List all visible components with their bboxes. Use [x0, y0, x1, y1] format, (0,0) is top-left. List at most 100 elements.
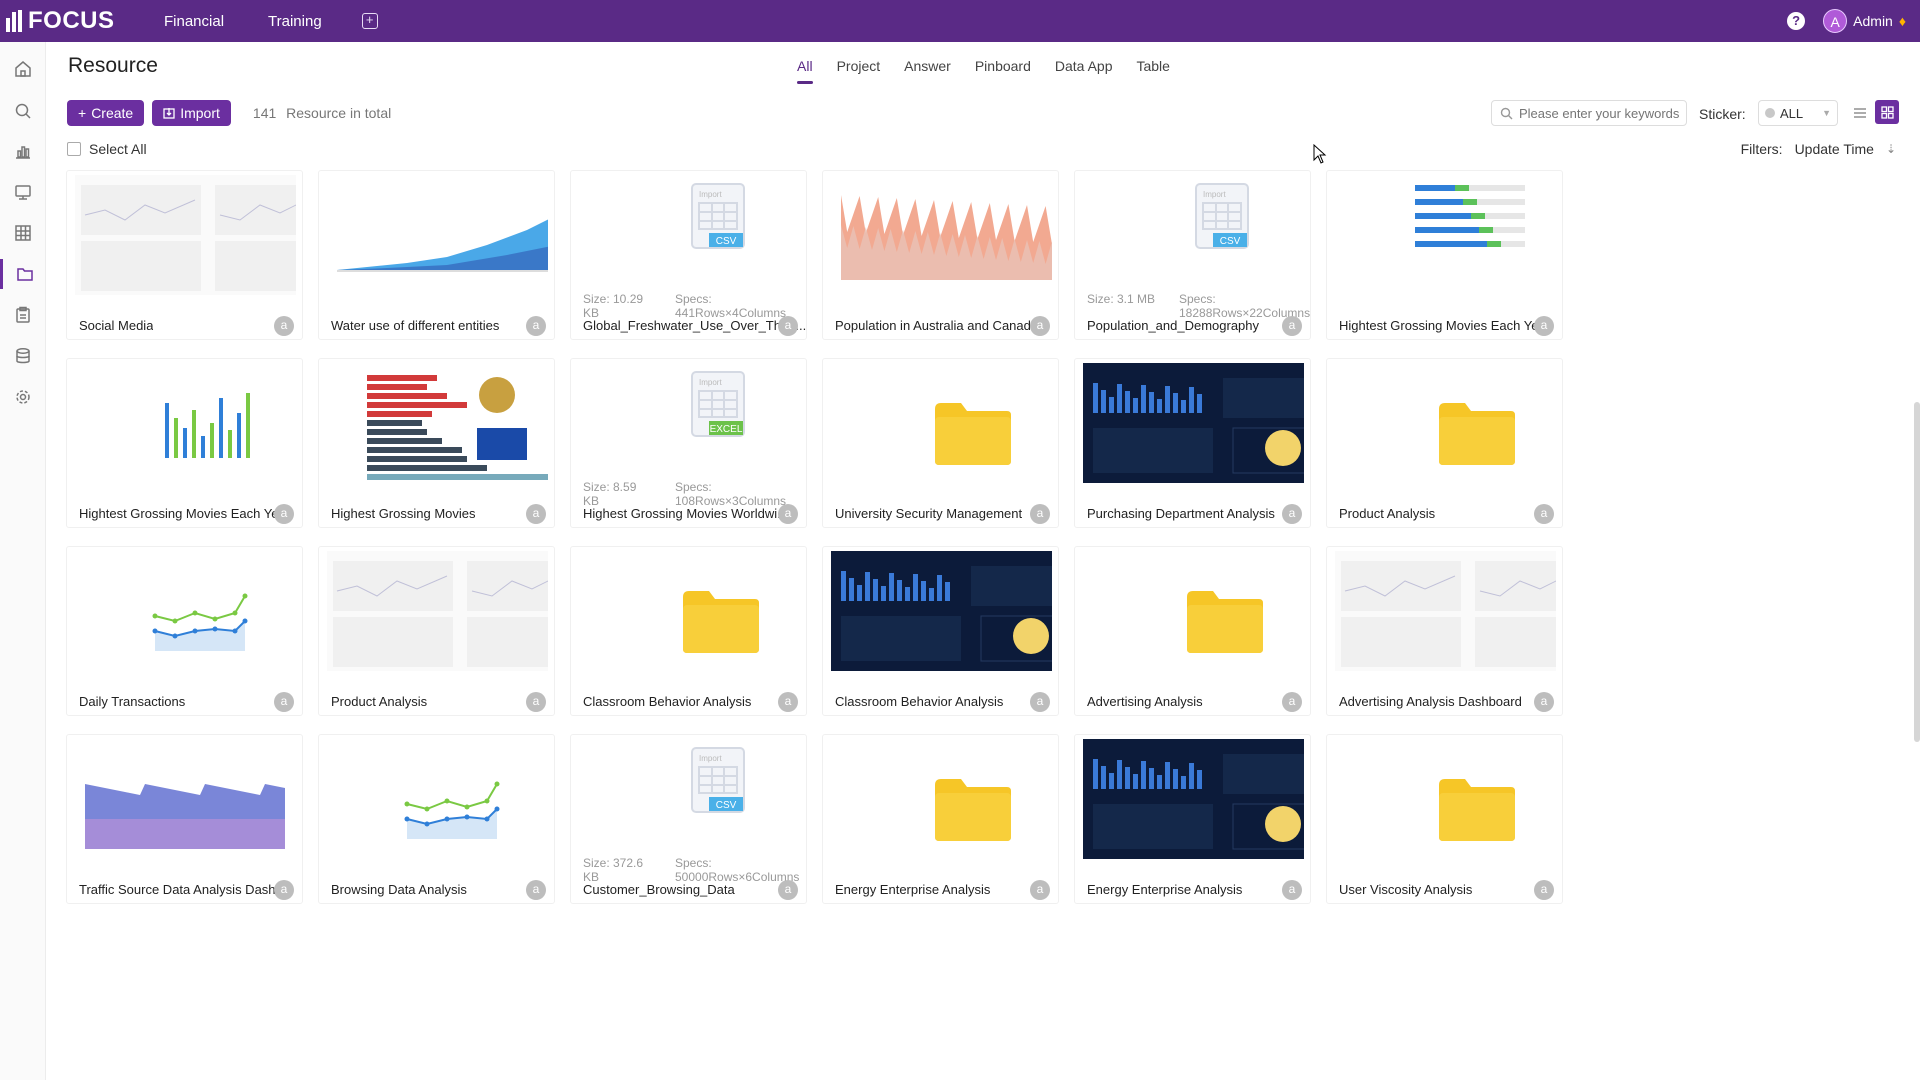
- resource-card[interactable]: Advertising Analysis Dashboard a: [1326, 546, 1563, 716]
- resource-card[interactable]: Product Analysis a: [318, 546, 555, 716]
- card-thumbnail: [75, 363, 296, 483]
- sort-update-time[interactable]: Update Time: [1795, 141, 1874, 157]
- scrollbar[interactable]: [1914, 402, 1920, 742]
- resource-card[interactable]: Classroom Behavior Analysis a: [570, 546, 807, 716]
- resource-card[interactable]: Daily Transactions a: [66, 546, 303, 716]
- search-box[interactable]: [1491, 100, 1687, 126]
- card-title[interactable]: University Security Management: [835, 506, 1022, 521]
- database-icon[interactable]: [0, 341, 46, 371]
- create-button[interactable]: + Create: [67, 100, 145, 126]
- owner-avatar: a: [1030, 504, 1050, 524]
- import-button[interactable]: Import: [152, 100, 231, 126]
- card-title[interactable]: Daily Transactions: [79, 694, 185, 709]
- owner-avatar: a: [1534, 316, 1554, 336]
- crown-icon: ♦: [1898, 13, 1906, 29]
- card-title[interactable]: Population_and_Demography: [1087, 318, 1259, 333]
- brand-logo[interactable]: FOCUS: [6, 7, 156, 35]
- resource-card[interactable]: Import CSV Size: 3.1 MB Specs: 18288Rows×22…: [1074, 170, 1311, 340]
- settings-icon[interactable]: [0, 382, 46, 412]
- card-title[interactable]: Advertising Analysis Dashboard: [1339, 694, 1522, 709]
- card-title[interactable]: Classroom Behavior Analysis: [583, 694, 751, 709]
- search-icon[interactable]: [0, 96, 46, 126]
- resource-card[interactable]: Energy Enterprise Analysis a: [1074, 734, 1311, 904]
- resource-card[interactable]: Purchasing Department Analysis a: [1074, 358, 1311, 528]
- resource-card[interactable]: Energy Enterprise Analysis a: [822, 734, 1059, 904]
- card-thumbnail: [75, 551, 296, 671]
- card-title[interactable]: Hightest Grossing Movies Each Ye...: [79, 506, 289, 521]
- card-title[interactable]: Population in Australia and Canada: [835, 318, 1038, 333]
- card-title[interactable]: Product Analysis: [1339, 506, 1435, 521]
- user-menu[interactable]: A Admin ♦: [1823, 9, 1906, 33]
- resource-card[interactable]: Population in Australia and Canada a: [822, 170, 1059, 340]
- resource-card[interactable]: Water use of different entities a: [318, 170, 555, 340]
- chart-icon[interactable]: [0, 136, 46, 166]
- card-title[interactable]: Energy Enterprise Analysis: [1087, 882, 1242, 897]
- card-title[interactable]: Water use of different entities: [331, 318, 499, 333]
- card-title[interactable]: Traffic Source Data Analysis Dash...: [79, 882, 286, 897]
- card-title[interactable]: Browsing Data Analysis: [331, 882, 467, 897]
- card-title[interactable]: Product Analysis: [331, 694, 427, 709]
- tab-project[interactable]: Project: [837, 58, 881, 84]
- card-thumbnail: [579, 551, 800, 671]
- card-title[interactable]: Energy Enterprise Analysis: [835, 882, 990, 897]
- tab-table[interactable]: Table: [1136, 58, 1169, 84]
- resource-card[interactable]: Highest Grossing Movies a: [318, 358, 555, 528]
- card-title[interactable]: Highest Grossing Movies Worldwi...: [583, 506, 788, 521]
- add-tab-button[interactable]: +: [361, 13, 378, 29]
- card-title[interactable]: Highest Grossing Movies: [331, 506, 476, 521]
- resource-card[interactable]: Advertising Analysis a: [1074, 546, 1311, 716]
- grid-view-button[interactable]: [1875, 100, 1899, 124]
- table-icon[interactable]: [0, 218, 46, 248]
- grid-icon: [1880, 105, 1894, 119]
- clipboard-icon[interactable]: [0, 300, 46, 330]
- thumbnail-chart-icon: [152, 593, 248, 651]
- resource-card[interactable]: Import EXCEL Size: 8.59 KB Specs: 108Rows×3…: [570, 358, 807, 528]
- nav-financial[interactable]: Financial: [164, 13, 224, 30]
- resource-card[interactable]: Classroom Behavior Analysis a: [822, 546, 1059, 716]
- home-icon[interactable]: [0, 54, 46, 84]
- owner-avatar: a: [526, 316, 546, 336]
- nav-training[interactable]: Training: [268, 13, 322, 30]
- tab-data-app[interactable]: Data App: [1055, 58, 1113, 84]
- file-size: Size: 10.29 KB: [583, 292, 644, 320]
- resource-icon[interactable]: [0, 259, 46, 289]
- card-title[interactable]: Hightest Grossing Movies Each Ye...: [1339, 318, 1549, 333]
- resource-card[interactable]: Social Media a: [66, 170, 303, 340]
- resource-card[interactable]: User Viscosity Analysis a: [1326, 734, 1563, 904]
- svg-text:CSV: CSV: [716, 236, 737, 247]
- resource-card[interactable]: University Security Management a: [822, 358, 1059, 528]
- resource-card[interactable]: Traffic Source Data Analysis Dash... a: [66, 734, 303, 904]
- card-title[interactable]: Classroom Behavior Analysis: [835, 694, 1003, 709]
- resource-card[interactable]: Import CSV Size: 10.29 KB Specs: 441Rows×4C…: [570, 170, 807, 340]
- resource-card[interactable]: Hightest Grossing Movies Each Ye... a: [1326, 170, 1563, 340]
- help-icon[interactable]: ?: [1787, 12, 1806, 30]
- tab-pinboard[interactable]: Pinboard: [975, 58, 1031, 84]
- tab-all[interactable]: All: [797, 58, 813, 84]
- resource-card[interactable]: Product Analysis a: [1326, 358, 1563, 528]
- resource-card[interactable]: Import CSV Size: 372.6 KB Specs: 50000Rows×…: [570, 734, 807, 904]
- resource-card[interactable]: Browsing Data Analysis a: [318, 734, 555, 904]
- card-title[interactable]: Customer_Browsing_Data: [583, 882, 735, 897]
- thumbnail-chart-icon: [75, 175, 296, 295]
- card-title[interactable]: Social Media: [79, 318, 153, 333]
- sort-icon[interactable]: ⇣: [1886, 142, 1896, 156]
- card-title[interactable]: Purchasing Department Analysis: [1087, 506, 1275, 521]
- tab-answer[interactable]: Answer: [904, 58, 951, 84]
- owner-avatar: a: [778, 316, 798, 336]
- sticker-select[interactable]: ALL ▼: [1758, 100, 1838, 126]
- card-title[interactable]: User Viscosity Analysis: [1339, 882, 1472, 897]
- select-all[interactable]: Select All: [67, 141, 147, 157]
- list-view-button[interactable]: [1849, 102, 1871, 124]
- card-thumbnail: [1083, 551, 1304, 671]
- pinboard-icon[interactable]: [0, 177, 46, 207]
- search-input[interactable]: [1519, 105, 1679, 121]
- card-title[interactable]: Advertising Analysis: [1087, 694, 1203, 709]
- resource-card[interactable]: Hightest Grossing Movies Each Ye... a: [66, 358, 303, 528]
- card-thumbnail: [1335, 175, 1556, 295]
- select-all-checkbox[interactable]: [67, 142, 81, 156]
- card-title[interactable]: Global_Freshwater_Use_Over_The_...: [583, 318, 806, 333]
- folder-icon: [1187, 591, 1263, 653]
- sticker-dot-icon: [1765, 108, 1775, 118]
- owner-avatar: a: [1030, 316, 1050, 336]
- file-meta: Size: 8.59 KB Specs: 108Rows×3Columns: [583, 480, 806, 508]
